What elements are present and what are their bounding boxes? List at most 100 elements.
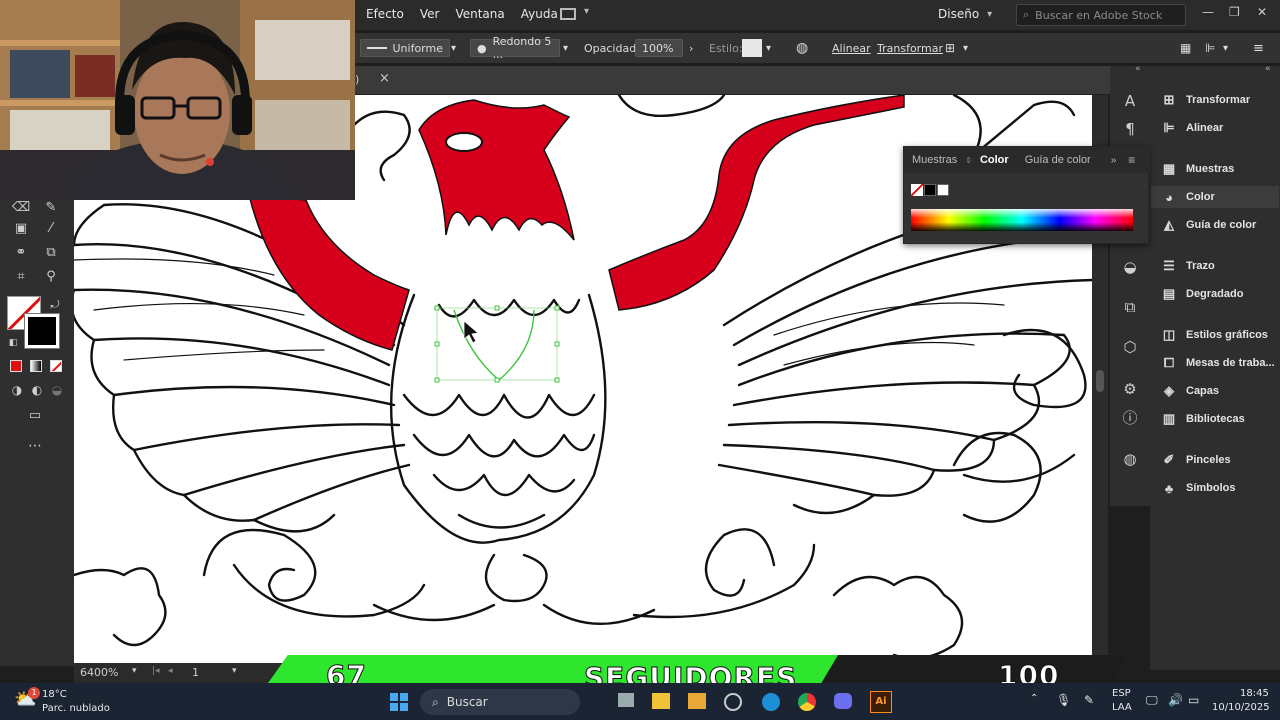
- language-secondary[interactable]: LAA: [1112, 702, 1132, 713]
- recolor-artwork-icon[interactable]: ◍: [796, 39, 808, 57]
- network-icon[interactable]: 🖵: [1146, 693, 1158, 708]
- align-link[interactable]: Alinear: [832, 39, 871, 57]
- folder-icon[interactable]: [688, 693, 706, 709]
- panel-mesas-trabajo[interactable]: ⧠ Mesas de traba...: [1160, 352, 1275, 374]
- none-mode-icon[interactable]: [50, 360, 62, 372]
- task-view-icon[interactable]: [618, 693, 634, 707]
- menu-ver[interactable]: Ver: [412, 7, 448, 21]
- gradient-mode-icon[interactable]: [30, 360, 42, 372]
- stock-search-input[interactable]: ⌕ Buscar en Adobe Stock: [1016, 4, 1186, 26]
- panel-capas[interactable]: ◈ Capas: [1160, 380, 1219, 402]
- draw-normal-icon[interactable]: ◑: [8, 381, 26, 399]
- panel-muestras[interactable]: ▦ Muestras: [1160, 158, 1234, 180]
- pathfinder-icon[interactable]: ⧉: [1121, 298, 1139, 316]
- artboard-number[interactable]: 1: [192, 666, 199, 679]
- color-spectrum-bar[interactable]: [911, 209, 1133, 231]
- menu-ayuda[interactable]: Ayuda: [513, 7, 566, 21]
- minimize-icon[interactable]: —: [1202, 5, 1214, 19]
- close-icon[interactable]: ✕: [1257, 5, 1267, 19]
- black-swatch[interactable]: [924, 184, 936, 196]
- chevron-down-icon[interactable]: ▾: [563, 39, 568, 57]
- windows-start-icon[interactable]: [390, 693, 408, 711]
- paragraph-icon[interactable]: ¶: [1121, 120, 1139, 138]
- illustrator-app-icon[interactable]: Ai: [870, 691, 892, 713]
- eraser-tool-icon[interactable]: ⌫: [12, 198, 30, 216]
- 3d-materials-icon[interactable]: ⬡: [1121, 338, 1139, 356]
- tab-color[interactable]: Color: [972, 154, 1017, 166]
- transform-link[interactable]: Transformar: [877, 39, 943, 57]
- chevron-right-icon[interactable]: ›: [689, 39, 693, 57]
- panel-menu-icon[interactable]: ≡: [1128, 153, 1135, 167]
- microphone-icon[interactable]: 🎙: [1056, 693, 1071, 707]
- panel-alinear[interactable]: ⊫ Alinear: [1160, 117, 1223, 139]
- gradient-tool-icon[interactable]: ▣: [12, 219, 30, 237]
- isolate-icon[interactable]: ⊞: [945, 39, 955, 57]
- opacity-label[interactable]: Opacidad:: [584, 39, 640, 57]
- first-artboard-icon[interactable]: |◂: [152, 666, 160, 676]
- clock-date[interactable]: 10/10/2025: [1212, 702, 1270, 713]
- panel-menu-icon[interactable]: ≡: [1253, 39, 1264, 57]
- opacity-input[interactable]: 100%: [635, 39, 683, 57]
- blend-tool-icon[interactable]: ⚭: [12, 243, 30, 261]
- arrange-documents-icon[interactable]: [560, 8, 576, 20]
- default-fill-stroke-icon[interactable]: ◧: [4, 334, 22, 352]
- file-explorer-icon[interactable]: [652, 693, 670, 709]
- chevron-down-icon[interactable]: ▾: [584, 6, 589, 17]
- collapse-panels-icon[interactable]: «: [1135, 64, 1141, 74]
- appearance-icon[interactable]: ◒: [1121, 258, 1139, 276]
- prev-artboard-icon[interactable]: ◂: [168, 666, 173, 676]
- swap-fill-stroke-icon[interactable]: ⤾: [46, 296, 64, 314]
- panel-bibliotecas[interactable]: ▥ Bibliotecas: [1160, 408, 1245, 430]
- none-color-swatch[interactable]: [911, 184, 923, 196]
- chevron-down-icon[interactable]: ▾: [232, 666, 237, 676]
- tab-guia-color[interactable]: Guía de color: [1017, 154, 1099, 166]
- chevron-down-icon[interactable]: ▾: [766, 39, 771, 57]
- align-panel-icon[interactable]: ⊫: [1205, 39, 1215, 57]
- battery-icon[interactable]: ▭: [1188, 693, 1199, 707]
- artboard-tool-icon[interactable]: ⌗: [12, 267, 30, 285]
- chevron-down-icon[interactable]: ▾: [1223, 39, 1228, 57]
- transparency-icon[interactable]: ◍: [1121, 450, 1139, 468]
- restore-icon[interactable]: ❐: [1229, 5, 1240, 19]
- discord-icon[interactable]: [834, 693, 852, 709]
- brush-definition-select[interactable]: ● Redondo 5 ...: [470, 35, 560, 61]
- clock-time[interactable]: 18:45: [1240, 688, 1269, 699]
- white-swatch[interactable]: [937, 184, 949, 196]
- volume-icon[interactable]: 🔊: [1168, 693, 1183, 707]
- chevron-down-icon[interactable]: ▾: [451, 39, 456, 57]
- zoom-level[interactable]: 6400%: [80, 666, 118, 679]
- expand-icon[interactable]: »: [1111, 155, 1117, 166]
- arrange-icon[interactable]: ▦: [1180, 39, 1191, 57]
- panel-pinceles[interactable]: ✐ Pinceles: [1160, 449, 1231, 471]
- chevron-down-icon[interactable]: ▾: [132, 666, 137, 676]
- panel-trazo[interactable]: ☰ Trazo: [1160, 255, 1215, 277]
- more-tools-icon[interactable]: ⋯: [26, 437, 44, 455]
- eyedropper-tool-icon[interactable]: ✎: [42, 198, 60, 216]
- info-icon[interactable]: ⓘ: [1121, 408, 1139, 427]
- scrollbar-thumb[interactable]: [1096, 370, 1104, 392]
- menu-ventana[interactable]: Ventana: [447, 7, 512, 21]
- collapse-dock-icon[interactable]: «: [1265, 64, 1271, 74]
- panel-simbolos[interactable]: ♣ Símbolos: [1160, 477, 1236, 499]
- document-tab-fragment[interactable]: ): [355, 73, 359, 86]
- panel-guia-color[interactable]: ◭ Guía de color: [1160, 214, 1256, 236]
- draw-inside-icon[interactable]: ◒: [48, 381, 66, 399]
- draw-behind-icon[interactable]: ◐: [28, 381, 46, 399]
- panel-transformar[interactable]: ⊞ Transformar: [1160, 89, 1251, 111]
- language-primary[interactable]: ESP: [1112, 688, 1131, 699]
- screen-mode-icon[interactable]: ▭: [26, 406, 44, 424]
- panel-color[interactable]: ◕ Color: [1151, 186, 1279, 208]
- chevron-up-icon[interactable]: ⌃: [1030, 693, 1038, 704]
- zoom-tool-icon[interactable]: ⚲: [42, 267, 60, 285]
- edge-icon[interactable]: [762, 693, 780, 711]
- color-mode-icon[interactable]: [10, 360, 22, 372]
- taskbar-search[interactable]: ⌕ Buscar: [420, 689, 580, 715]
- character-icon[interactable]: A: [1121, 92, 1139, 110]
- chrome-icon[interactable]: [798, 693, 816, 711]
- chevron-down-icon[interactable]: ▾: [963, 39, 968, 57]
- app-icon[interactable]: [724, 693, 742, 711]
- style-swatch[interactable]: [742, 39, 762, 57]
- pen-icon[interactable]: ✎: [1084, 693, 1094, 707]
- settings-icon[interactable]: ⚙: [1121, 380, 1139, 398]
- tab-muestras[interactable]: Muestras: [904, 154, 965, 166]
